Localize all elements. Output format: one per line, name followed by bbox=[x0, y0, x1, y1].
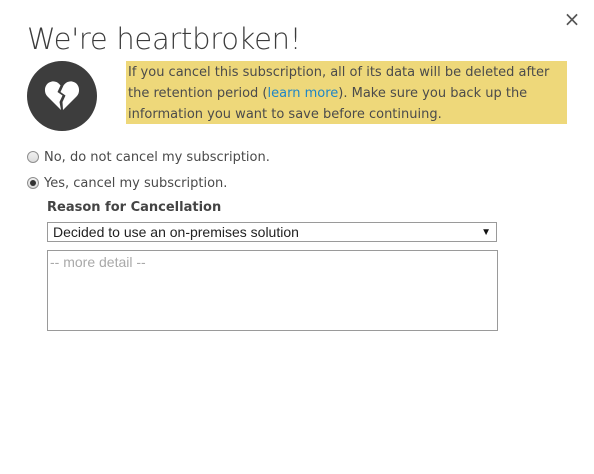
option-no-cancel[interactable]: No, do not cancel my subscription. bbox=[27, 149, 270, 165]
reason-label: Reason for Cancellation bbox=[47, 200, 222, 215]
radio-no-cancel[interactable] bbox=[27, 151, 39, 163]
option-yes-cancel[interactable]: Yes, cancel my subscription. bbox=[27, 175, 227, 191]
close-icon[interactable]: × bbox=[563, 9, 581, 29]
dialog-title: We're heartbroken! bbox=[27, 22, 302, 56]
learn-more-link[interactable]: learn more bbox=[268, 86, 339, 101]
option-yes-cancel-label[interactable]: Yes, cancel my subscription. bbox=[44, 176, 227, 191]
reason-select-value: Decided to use an on-premises solution bbox=[53, 224, 299, 240]
reason-select[interactable]: Decided to use an on-premises solution ▼ bbox=[47, 222, 497, 242]
option-no-cancel-label[interactable]: No, do not cancel my subscription. bbox=[44, 150, 270, 165]
dropdown-arrow-icon[interactable]: ▼ bbox=[481, 224, 491, 241]
deletion-warning: If you cancel this subscription, all of … bbox=[126, 61, 567, 124]
more-detail-textarea[interactable]: -- more detail -- bbox=[47, 250, 498, 331]
broken-heart-icon bbox=[27, 61, 97, 131]
radio-yes-cancel[interactable] bbox=[27, 177, 39, 189]
